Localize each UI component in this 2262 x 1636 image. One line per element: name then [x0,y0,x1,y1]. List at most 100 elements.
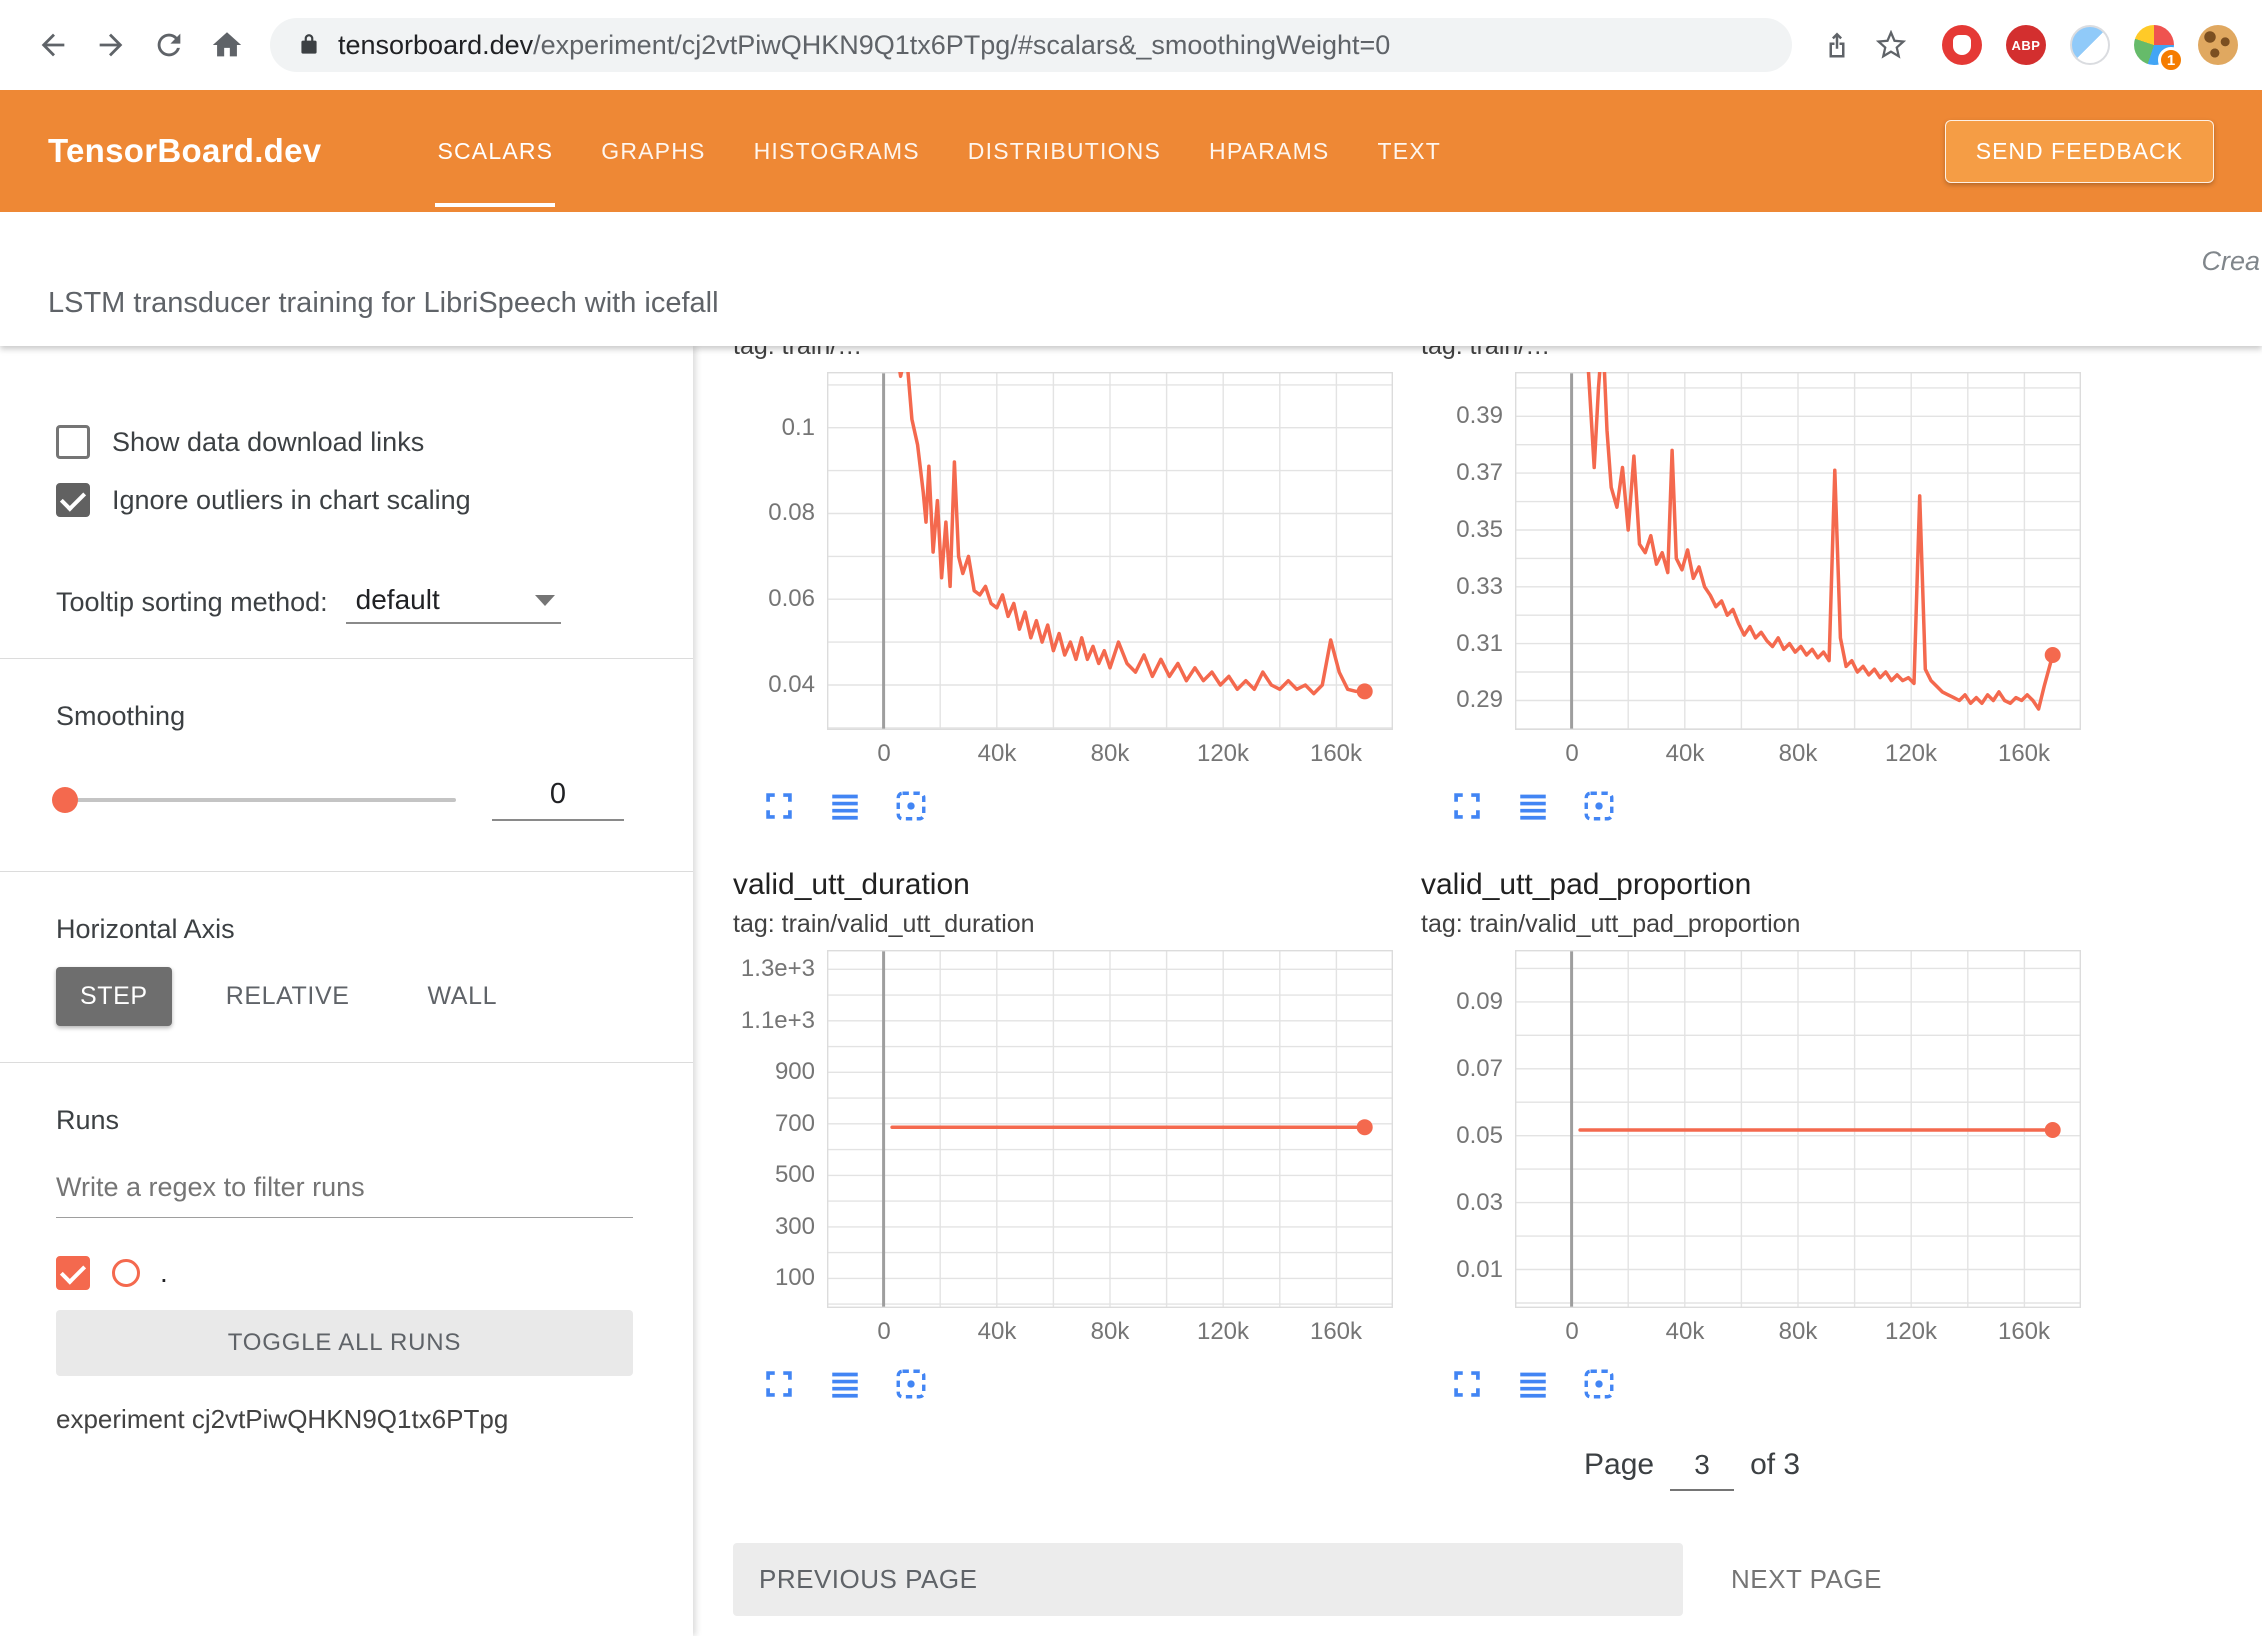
fit-domain-icon[interactable] [1579,786,1619,826]
smoothing-slider[interactable] [56,798,456,802]
fit-domain-icon[interactable] [891,1364,931,1404]
y-tick-label: 500 [775,1161,815,1189]
relative-axis-button[interactable]: RELATIVE [202,967,374,1026]
x-tick-label: 120k [1885,740,1937,768]
y-tick-label: 0.05 [1456,1122,1503,1150]
reload-icon[interactable] [140,16,198,74]
x-axis-labels: 040k80k120k160k [1515,1308,2081,1348]
x-tick-label: 40k [1666,740,1705,768]
run-name: . [160,1257,168,1289]
back-icon[interactable] [24,16,82,74]
divider [0,1062,693,1063]
x-tick-label: 0 [877,1318,890,1346]
experiment-id: experiment cj2vtPiwQHKN9Q1tx6PTpg [56,1404,633,1435]
run-checkbox[interactable] [56,1256,90,1290]
y-tick-label: 0.01 [1456,1256,1503,1284]
x-tick-label: 80k [1779,740,1818,768]
x-tick-label: 120k [1197,1318,1249,1346]
send-feedback-button[interactable]: SEND FEEDBACK [1945,120,2214,183]
lock-icon [296,32,322,58]
tab-hparams[interactable]: HPARAMS [1185,90,1353,212]
extension-icon[interactable] [2070,25,2110,65]
abp-extension-icon[interactable]: ABP [2006,25,2046,65]
x-tick-label: 120k [1885,1318,1937,1346]
extension-icon-with-badge[interactable]: 1 [2134,25,2174,65]
y-tick-label: 100 [775,1264,815,1292]
tab-histograms[interactable]: HISTOGRAMS [730,90,944,212]
tab-scalars[interactable]: SCALARS [413,90,577,212]
x-tick-label: 0 [1565,740,1578,768]
expand-chart-icon[interactable] [759,786,799,826]
x-tick-label: 40k [1666,1318,1705,1346]
x-tick-label: 80k [1091,740,1130,768]
tooltip-sorting-value: default [356,584,440,616]
page-label: Page [1584,1448,1654,1482]
chart-tag: tag: train/valid_utt_pad_proportion [1421,906,2085,942]
chart-card: valid_utt_duration tag: train/valid_utt_… [733,864,1397,1412]
wall-axis-button[interactable]: WALL [404,967,522,1026]
nav-tabs: SCALARS GRAPHS HISTOGRAMS DISTRIBUTIONS … [413,90,1465,212]
chevron-down-icon [535,595,555,606]
page-of-label: of 3 [1750,1448,1800,1482]
show-download-links-checkbox[interactable] [56,425,90,459]
chart-tag: tag: train/valid_utt_duration [733,906,1397,942]
chart-card: valid_utt_pad_proportion tag: train/vali… [1421,864,2085,1412]
expand-chart-icon[interactable] [1447,1364,1487,1404]
smoothing-label: Smoothing [56,701,633,732]
bookmark-star-icon[interactable] [1864,18,1918,72]
settings-sidebar: Show data download links Ignore outliers… [0,346,693,1636]
ignore-outliers-label: Ignore outliers in chart scaling [112,485,471,516]
x-tick-label: 160k [1998,1318,2050,1346]
y-tick-label: 0.33 [1456,573,1503,601]
y-tick-label: 0.31 [1456,630,1503,658]
smoothing-value-input[interactable]: 0 [492,778,624,821]
adblock-extension-icon[interactable] [1942,25,1982,65]
x-tick-label: 160k [1998,740,2050,768]
chart-tag: tag: train/… [1421,346,2085,364]
expand-chart-icon[interactable] [1447,786,1487,826]
previous-page-button[interactable]: PREVIOUS PAGE [733,1543,1683,1616]
page-number-input[interactable] [1670,1449,1734,1491]
forward-icon[interactable] [82,16,140,74]
ignore-outliers-checkbox[interactable] [56,483,90,517]
url-bar[interactable]: tensorboard.dev/experiment/cj2vtPiwQHKN9… [270,18,1792,72]
expand-chart-icon[interactable] [759,1364,799,1404]
x-axis-labels: 0 40k 80k 120k 160k [1515,730,2081,770]
step-axis-button[interactable]: STEP [56,967,172,1026]
data-table-icon[interactable] [1513,1364,1553,1404]
chart-tag: tag: train/… [733,346,1397,364]
smoothing-slider-thumb[interactable] [52,787,78,813]
y-tick-label: 0.1 [782,414,815,442]
line-chart[interactable] [827,950,1393,1308]
y-axis-labels: 0.010.030.050.070.09 [1421,950,1515,1308]
data-table-icon[interactable] [1513,786,1553,826]
y-tick-label: 1.1e+3 [741,1007,815,1035]
line-chart[interactable] [1515,372,2081,730]
tooltip-sorting-dropdown[interactable]: default [346,582,561,624]
next-page-button[interactable]: NEXT PAGE [1731,1564,1882,1595]
runs-regex-input[interactable] [56,1166,633,1218]
x-tick-label: 160k [1310,740,1362,768]
tab-text[interactable]: TEXT [1353,90,1465,212]
fit-domain-icon[interactable] [1579,1364,1619,1404]
data-table-icon[interactable] [825,1364,865,1404]
tab-distributions[interactable]: DISTRIBUTIONS [944,90,1185,212]
x-tick-label: 120k [1197,740,1249,768]
share-icon[interactable] [1810,18,1864,72]
run-color-circle[interactable] [112,1259,140,1287]
x-tick-label: 80k [1091,1318,1130,1346]
data-table-icon[interactable] [825,786,865,826]
browser-toolbar: tensorboard.dev/experiment/cj2vtPiwQHKN9… [0,0,2262,90]
runs-label: Runs [56,1105,633,1136]
line-chart[interactable] [827,372,1393,730]
chart-title: valid_utt_pad_proportion [1421,864,2085,906]
fit-domain-icon[interactable] [891,786,931,826]
tab-graphs[interactable]: GRAPHS [577,90,729,212]
url-text: tensorboard.dev/experiment/cj2vtPiwQHKN9… [338,30,1390,61]
line-chart[interactable] [1515,950,2081,1308]
home-icon[interactable] [198,16,256,74]
url-path: /experiment/cj2vtPiwQHKN9Q1tx6PTpg/#scal… [533,30,1390,60]
toggle-all-runs-button[interactable]: TOGGLE ALL RUNS [56,1310,633,1376]
cookie-extension-icon[interactable] [2198,25,2238,65]
app-logo: TensorBoard.dev [48,132,321,170]
